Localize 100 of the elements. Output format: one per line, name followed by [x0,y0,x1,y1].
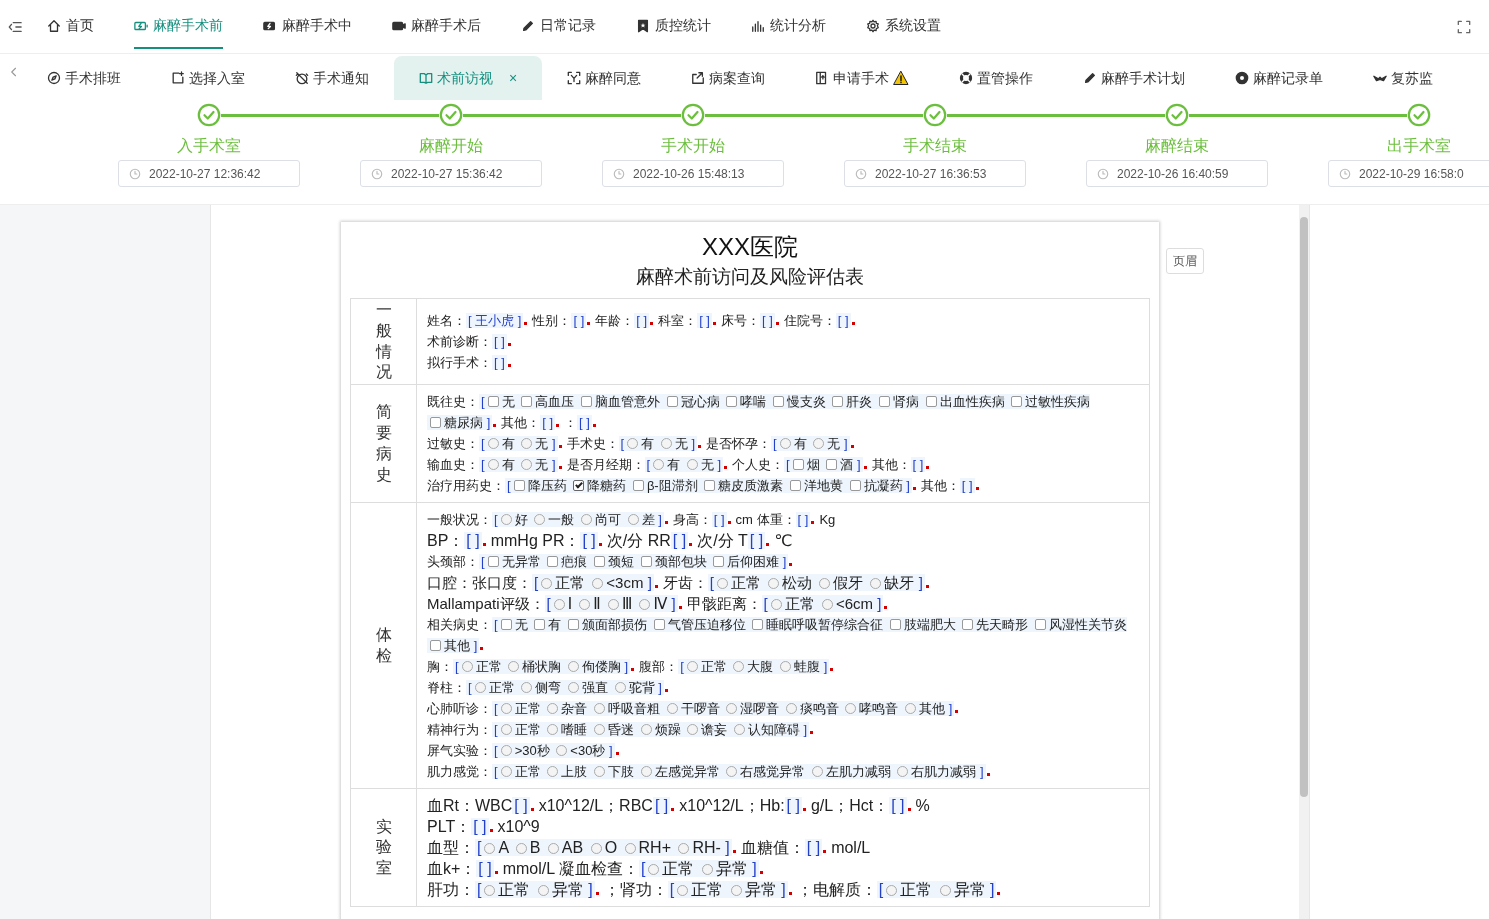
radio-button[interactable] [500,514,512,526]
checkbox[interactable] [849,480,861,492]
input-field[interactable]: [ ] [464,532,482,550]
radio-button[interactable] [939,885,951,897]
radio-button[interactable] [547,843,559,855]
page-tab[interactable]: 置管操作 [934,56,1059,100]
input-field[interactable]: [ ] [959,478,975,494]
page-tab[interactable]: 手术排班 [22,56,146,100]
nav-tab[interactable]: 首页 [47,4,94,49]
page-tab[interactable]: 手术通知 [270,56,394,100]
radio-button[interactable] [500,703,512,715]
checkbox[interactable] [547,556,559,568]
radio-button[interactable] [870,578,882,590]
radio-button[interactable] [474,682,486,694]
radio-button[interactable] [547,724,559,736]
radio-button[interactable] [701,864,713,876]
radio-button[interactable] [593,703,605,715]
radio-button[interactable] [579,599,591,611]
radio-button[interactable] [770,599,782,611]
checkbox[interactable] [487,396,499,408]
radio-button[interactable] [886,885,898,897]
checkbox[interactable] [593,556,605,568]
input-field[interactable]: [ ] [476,860,494,878]
nav-tab[interactable]: 日常记录 [521,4,596,49]
radio-button[interactable] [593,724,605,736]
close-tab-button[interactable]: × [509,67,518,89]
input-field[interactable]: [ ] [910,457,926,473]
checkbox[interactable] [962,619,974,631]
radio-button[interactable] [500,724,512,736]
radio-button[interactable] [547,766,559,778]
nav-tab[interactable]: 麻醉手术中 [263,4,352,49]
radio-button[interactable] [779,438,791,450]
checkbox[interactable] [832,396,844,408]
radio-button[interactable] [733,661,745,673]
checkbox[interactable] [632,480,644,492]
radio-button[interactable] [666,703,678,715]
radio-button[interactable] [521,682,533,694]
page-tab[interactable]: 麻醉记录单 [1210,56,1349,100]
radio-button[interactable] [624,843,636,855]
radio-button[interactable] [653,459,665,471]
checkbox[interactable] [826,459,838,471]
input-field[interactable]: [ ] [540,415,556,431]
checkbox[interactable] [521,396,533,408]
checkbox[interactable] [713,556,725,568]
radio-button[interactable] [541,578,553,590]
radio-button[interactable] [508,661,520,673]
header-button[interactable]: 页眉 [1166,248,1204,274]
input-field[interactable]: [ ] [760,313,775,329]
time-field[interactable]: 2022-10-27 16:36:53 [844,160,1026,187]
radio-button[interactable] [607,599,619,611]
nav-tab[interactable]: 系统设置 [866,4,941,49]
time-field[interactable]: 2022-10-27 15:36:42 [360,160,542,187]
radio-button[interactable] [819,578,831,590]
page-tab[interactable]: 病案查询 [666,56,791,100]
checkbox[interactable] [580,396,592,408]
radio-button[interactable] [726,766,738,778]
radio-button[interactable] [686,459,698,471]
input-field[interactable]: [ ] [835,313,851,329]
input-field[interactable]: [ ] [804,839,823,857]
radio-button[interactable] [678,843,690,855]
radio-button[interactable] [733,724,745,736]
radio-button[interactable] [640,766,652,778]
radio-button[interactable] [590,843,602,855]
radio-button[interactable] [487,438,499,450]
input-field[interactable]: [ ] [795,512,811,528]
page-tab[interactable]: 麻醉同意 [542,56,667,100]
radio-button[interactable] [905,703,916,715]
nav-tab[interactable]: 质控统计 [636,4,711,49]
nav-tab[interactable]: 统计分析 [751,4,826,49]
radio-button[interactable] [639,599,651,611]
page-tab[interactable]: 申请手术 [790,56,935,100]
input-field[interactable]: [ ] [747,532,766,550]
radio-button[interactable] [537,885,549,897]
input-field[interactable]: [ ] [577,415,592,431]
checkbox[interactable] [567,619,579,631]
radio-button[interactable] [521,438,533,450]
time-field[interactable]: 2022-10-29 16:58:0 [1328,160,1489,187]
time-field[interactable]: 2022-10-26 16:40:59 [1086,160,1268,187]
radio-button[interactable] [780,661,791,673]
radio-button[interactable] [627,438,639,450]
radio-button[interactable] [500,745,512,757]
radio-button[interactable] [768,578,780,590]
radio-button[interactable] [534,514,546,526]
radio-button[interactable] [811,766,823,778]
input-field[interactable]: [ ] [889,797,907,815]
page-tab[interactable]: 麻醉手术计划 [1058,56,1211,100]
radio-button[interactable] [487,459,499,471]
input-field[interactable]: [ ] [697,313,712,329]
radio-button[interactable] [461,661,473,673]
checkbox[interactable] [1035,619,1046,631]
radio-button[interactable] [484,843,496,855]
scrollbar[interactable] [1299,205,1309,919]
radio-button[interactable] [687,724,699,736]
radio-button[interactable] [677,885,689,897]
page-tab[interactable]: 术前访视 × [394,56,543,100]
radio-button[interactable] [716,578,728,590]
radio-button[interactable] [821,599,833,611]
checkbox[interactable] [653,619,665,631]
checkbox[interactable] [789,480,801,492]
radio-button[interactable] [567,661,579,673]
